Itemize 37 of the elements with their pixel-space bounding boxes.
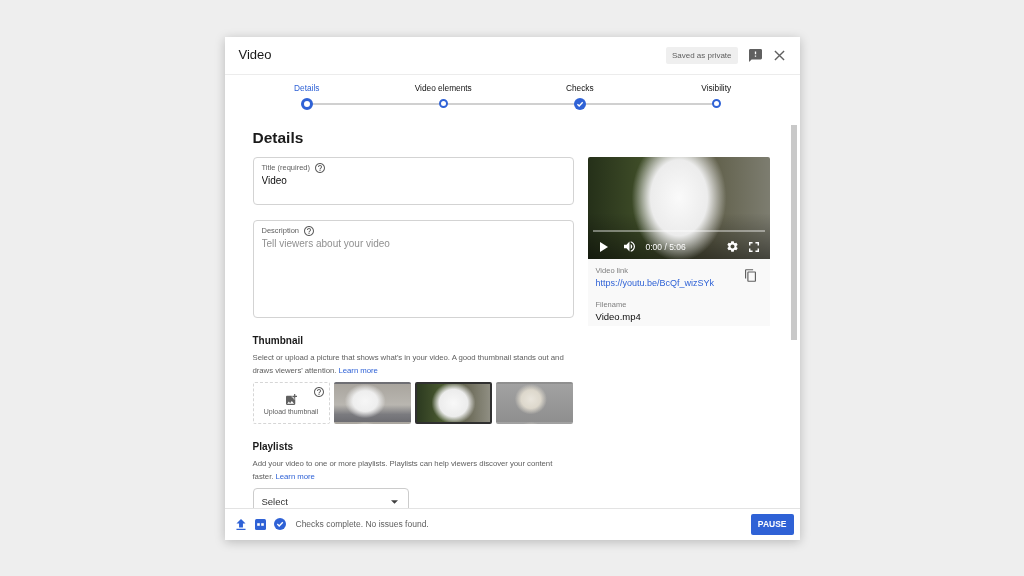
saved-status-label: Saved as private — [665, 46, 738, 64]
help-icon[interactable] — [313, 386, 324, 397]
thumbnail-option[interactable] — [414, 381, 493, 424]
help-icon[interactable] — [304, 225, 314, 236]
pause-button[interactable]: PAUSE — [750, 513, 794, 535]
description-input[interactable]: Tell viewers about your video — [261, 236, 412, 251]
playlist-select[interactable]: Select — [252, 487, 409, 508]
play-icon[interactable] — [599, 241, 608, 252]
feedback-icon[interactable] — [748, 48, 762, 62]
upload-icon — [235, 518, 246, 530]
step-tab[interactable]: Details — [294, 74, 320, 115]
video-link[interactable]: https://youtu.be/BcQf_wizSYk — [595, 275, 715, 290]
step-tab[interactable]: Video elements — [414, 74, 472, 115]
check-circle-icon — [273, 518, 286, 530]
step-tab[interactable]: Visibility — [701, 74, 732, 115]
step-tab[interactable]: Checks — [565, 74, 594, 115]
scrollbar-thumb[interactable] — [790, 124, 797, 340]
thumbnail-heading: Thumbnail — [252, 333, 305, 347]
close-icon[interactable] — [773, 49, 785, 61]
thumbnail-option[interactable] — [333, 381, 411, 424]
help-icon[interactable] — [315, 162, 325, 173]
video-progress-track[interactable] — [592, 229, 765, 232]
image-add-icon — [285, 394, 297, 405]
settings-icon[interactable] — [726, 241, 738, 252]
title-input[interactable]: Video — [261, 173, 322, 188]
volume-icon[interactable] — [623, 241, 635, 252]
filename-value: Video.mp4 — [595, 309, 641, 324]
copy-icon[interactable] — [744, 268, 756, 282]
video-time: 0:00 / 5:06 — [645, 240, 686, 253]
playlists-heading: Playlists — [252, 439, 295, 453]
fullscreen-icon[interactable] — [748, 241, 759, 252]
caret-icon — [390, 499, 398, 504]
section-heading: Details — [252, 128, 304, 146]
dialog-title: Video — [238, 46, 272, 64]
checks-status-text: Checks complete. No issues found. — [295, 518, 429, 530]
thumbnail-option[interactable] — [496, 381, 574, 424]
processing-badge-icon — [254, 518, 266, 530]
